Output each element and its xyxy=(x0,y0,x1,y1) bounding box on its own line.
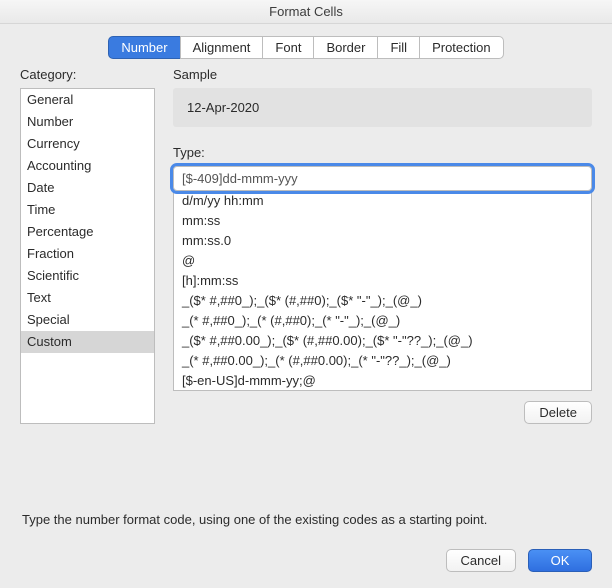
category-list[interactable]: GeneralNumberCurrencyAccountingDateTimeP… xyxy=(20,88,155,424)
dialog-body: Category: GeneralNumberCurrencyAccountin… xyxy=(0,61,612,549)
category-item[interactable]: Special xyxy=(21,309,154,331)
category-item[interactable]: Percentage xyxy=(21,221,154,243)
ok-button[interactable]: OK xyxy=(528,549,592,572)
format-code-item[interactable]: _($* #,##0.00_);_($* (#,##0.00);_($* "-"… xyxy=(174,331,591,351)
window-title: Format Cells xyxy=(0,0,612,24)
category-item[interactable]: Date xyxy=(21,177,154,199)
sample-value: 12-Apr-2020 xyxy=(173,88,592,127)
category-item[interactable]: Accounting xyxy=(21,155,154,177)
format-code-item[interactable]: _($* #,##0_);_($* (#,##0);_($* "-"_);_(@… xyxy=(174,291,591,311)
sample-label: Sample xyxy=(173,67,592,82)
type-label: Type: xyxy=(173,145,592,160)
category-label: Category: xyxy=(20,67,155,82)
tab-bar: NumberAlignmentFontBorderFillProtection xyxy=(0,24,612,61)
tab-fill[interactable]: Fill xyxy=(377,36,420,59)
tab-protection[interactable]: Protection xyxy=(419,36,504,59)
format-code-item[interactable]: [$-en-US]d-mmm-yy;@ xyxy=(174,371,591,391)
tab-number[interactable]: Number xyxy=(108,36,180,59)
category-item[interactable]: Text xyxy=(21,287,154,309)
category-item[interactable]: Time xyxy=(21,199,154,221)
delete-button[interactable]: Delete xyxy=(524,401,592,424)
format-code-item[interactable]: d/m/yy hh:mm xyxy=(174,191,591,211)
format-cells-window: Format Cells NumberAlignmentFontBorderFi… xyxy=(0,0,612,588)
hint-text: Type the number format code, using one o… xyxy=(20,488,592,539)
format-code-item[interactable]: mm:ss xyxy=(174,211,591,231)
dialog-footer: Cancel OK xyxy=(0,549,612,588)
tab-alignment[interactable]: Alignment xyxy=(180,36,264,59)
tab-border[interactable]: Border xyxy=(313,36,378,59)
tab-font[interactable]: Font xyxy=(262,36,314,59)
format-code-item[interactable]: @ xyxy=(174,251,591,271)
category-item[interactable]: Scientific xyxy=(21,265,154,287)
type-input[interactable] xyxy=(173,166,592,191)
format-code-item[interactable]: [h]:mm:ss xyxy=(174,271,591,291)
format-code-item[interactable]: mm:ss.0 xyxy=(174,231,591,251)
category-item[interactable]: Currency xyxy=(21,133,154,155)
cancel-button[interactable]: Cancel xyxy=(446,549,516,572)
format-code-item[interactable]: _(* #,##0.00_);_(* (#,##0.00);_(* "-"??_… xyxy=(174,351,591,371)
format-code-list[interactable]: d/m/yy hh:mmmm:ssmm:ss.0@[h]:mm:ss_($* #… xyxy=(173,191,592,391)
category-item[interactable]: Custom xyxy=(21,331,154,353)
category-item[interactable]: General xyxy=(21,89,154,111)
category-item[interactable]: Number xyxy=(21,111,154,133)
format-code-item[interactable]: _(* #,##0_);_(* (#,##0);_(* "-"_);_(@_) xyxy=(174,311,591,331)
category-item[interactable]: Fraction xyxy=(21,243,154,265)
